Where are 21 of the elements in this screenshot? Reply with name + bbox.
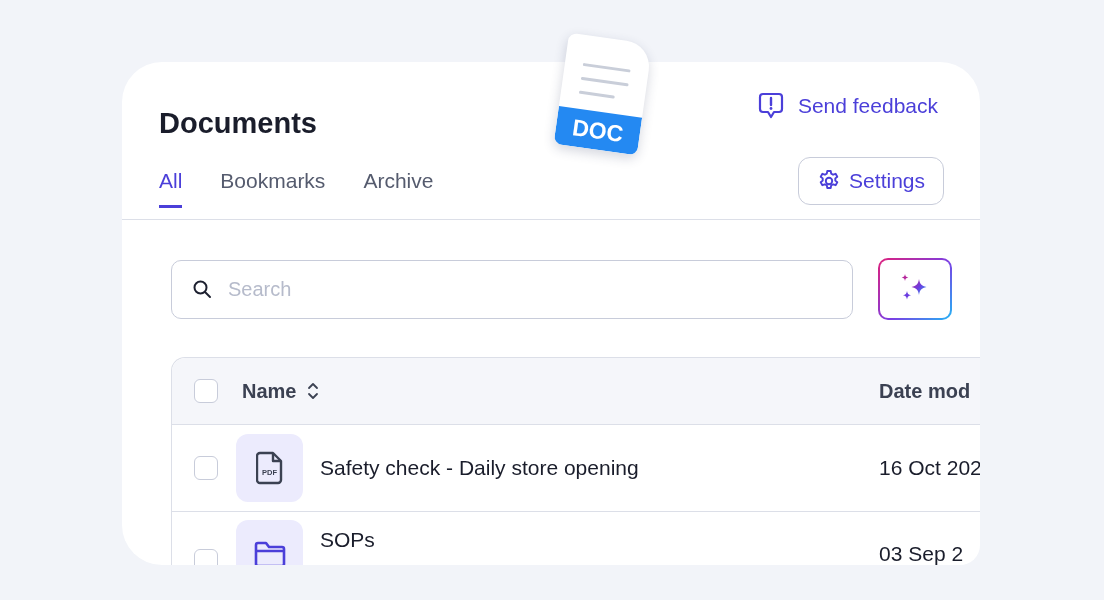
feedback-icon — [757, 92, 784, 120]
tab[interactable]: Archive — [363, 170, 434, 208]
tab[interactable]: All — [159, 170, 183, 208]
file-name[interactable]: Safety check - Daily store opening — [320, 456, 639, 480]
tab[interactable]: Bookmarks — [220, 170, 326, 208]
column-header[interactable]: Date mod — [879, 379, 971, 403]
sort-icon[interactable] — [306, 382, 321, 400]
send-feedback-link[interactable]: Send feedback — [757, 92, 938, 120]
folder-icon — [252, 540, 287, 565]
date-cell: 03 Sep 2 — [879, 542, 964, 565]
file-name[interactable]: SOPs — [320, 528, 375, 552]
search-field[interactable]: Search — [171, 259, 853, 319]
sparkle-button[interactable] — [878, 258, 952, 320]
date-cell: 16 Oct 202 — [879, 456, 980, 480]
row-checkbox[interactable] — [194, 456, 218, 480]
select-all-checkbox[interactable] — [194, 379, 218, 403]
text-lines-drawing — [578, 62, 631, 101]
column-header[interactable]: Name — [242, 379, 297, 403]
search-icon — [192, 279, 212, 299]
settings-button[interactable]: Settings — [798, 157, 944, 205]
page-title: Documents — [159, 109, 317, 138]
